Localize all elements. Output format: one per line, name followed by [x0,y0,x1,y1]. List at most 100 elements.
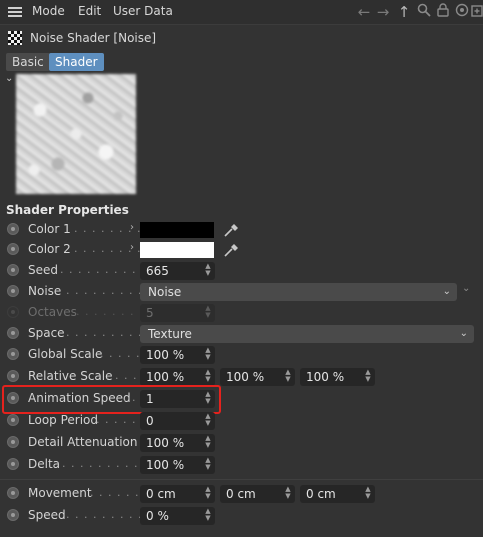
color2-anim-radio[interactable] [7,243,19,255]
menu-user-data[interactable]: User Data [113,4,173,18]
tab-basic[interactable]: Basic [6,53,50,71]
noise-anim-radio[interactable] [7,285,19,297]
movement-anim-radio[interactable] [7,487,19,499]
global-scale-value: 100 % [146,348,185,362]
eyedropper-icon[interactable] [222,222,240,238]
stepper-icon[interactable]: ▲ ▼ [204,413,212,427]
color1-label: Color 1 [28,222,71,236]
loop-period-field[interactable]: 0 ▲ ▼ [140,412,215,430]
back-arrow-icon[interactable]: ← [355,3,373,21]
octaves-anim-radio [7,306,19,318]
seed-value: 665 [146,264,169,278]
leader-dots: . . . . . . [96,413,146,426]
color1-row: Color 1 . . . . . . . . › [0,221,483,239]
divider [0,479,483,480]
stepper-icon[interactable]: ▲ ▼ [284,369,292,383]
space-value: Texture [148,327,192,341]
noise-shader-icon [8,31,22,45]
relative-scale-anim-radio[interactable] [7,370,19,382]
seed-anim-radio[interactable] [7,264,19,276]
eyedropper-icon[interactable] [222,242,240,258]
stepper-icon[interactable]: ▲ ▼ [204,508,212,522]
collapse-chevron-icon[interactable]: ⌄ [5,73,13,84]
hamburger-menu-icon[interactable] [8,7,22,17]
seed-field[interactable]: 665 ▲ ▼ [140,262,215,280]
detail-attenuation-anim-radio[interactable] [7,436,19,448]
color2-row: Color 2 . . . . . . . . › [0,241,483,259]
chevron-down-icon[interactable]: ⌄ [462,283,470,294]
global-scale-label: Global Scale [28,347,103,361]
color1-anim-radio[interactable] [7,223,19,235]
menu-bar: Mode Edit User Data ← → ↑ [0,0,483,25]
space-anim-radio[interactable] [7,327,19,339]
loop-period-anim-radio[interactable] [7,414,19,426]
stepper-icon[interactable]: ▲ ▼ [364,486,372,500]
detail-attenuation-field[interactable]: 100 % ▲ ▼ [140,434,215,452]
movement-x-value: 0 cm [146,487,176,501]
forward-arrow-icon[interactable]: → [374,3,392,21]
space-row: Space . . . . . . . . . . . Texture ⌄ [0,325,483,343]
relative-scale-y-field[interactable]: 100 % ▲ ▼ [220,368,295,386]
tab-shader[interactable]: Shader [49,53,104,71]
stepper-icon[interactable]: ▲ ▼ [204,457,212,471]
stepper-icon[interactable]: ▲ ▼ [204,486,212,500]
search-icon[interactable] [415,3,433,21]
speed-field[interactable]: 0 % ▲ ▼ [140,507,215,525]
global-scale-anim-radio[interactable] [7,348,19,360]
seed-label: Seed [28,263,58,277]
color1-swatch[interactable] [140,222,214,238]
color2-label: Color 2 [28,242,71,256]
speed-label: Speed [28,508,66,522]
delta-field[interactable]: 100 % ▲ ▼ [140,456,215,474]
delta-value: 100 % [146,458,185,472]
menu-mode[interactable]: Mode [32,4,65,18]
noise-type-value: Noise [148,285,182,299]
stepper-icon[interactable]: ▲ ▼ [204,347,212,361]
loop-period-row: Loop Period . . . . . . 0 ▲ ▼ [0,412,483,430]
movement-z-value: 0 cm [306,487,336,501]
relative-scale-x-field[interactable]: 100 % ▲ ▼ [140,368,215,386]
relative-scale-y-value: 100 % [226,370,265,384]
color2-swatch[interactable] [140,242,214,258]
color1-expand-icon[interactable]: › [130,222,134,233]
speed-anim-radio[interactable] [7,509,19,521]
up-arrow-icon[interactable]: ↑ [395,3,413,21]
loop-period-value: 0 [146,414,154,428]
speed-row: Speed . . . . . . . . . . . 0 % ▲ ▼ [0,507,483,525]
stepper-icon: ▲ ▼ [205,304,211,319]
stepper-icon[interactable]: ▲ ▼ [284,486,292,500]
menu-edit[interactable]: Edit [78,4,101,18]
noise-type-dropdown[interactable]: Noise ⌄ [140,283,457,301]
speed-value: 0 % [146,509,169,523]
octaves-label: Octaves [28,305,77,319]
movement-x-field[interactable]: 0 cm ▲ ▼ [140,485,215,503]
new-window-icon[interactable] [468,3,483,21]
chevron-down-icon: ⌄ [459,328,468,339]
leader-dots: . . . . . [100,347,141,360]
detail-attenuation-row: Detail Attenuation 100 % ▲ ▼ [0,434,483,452]
color2-expand-icon[interactable]: › [130,242,134,253]
movement-y-value: 0 cm [226,487,256,501]
global-scale-field[interactable]: 100 % ▲ ▼ [140,346,215,364]
delta-anim-radio[interactable] [7,458,19,470]
relative-scale-x-value: 100 % [146,370,185,384]
chevron-down-icon: ⌄ [442,286,451,297]
movement-y-field[interactable]: 0 cm ▲ ▼ [220,485,295,503]
delta-label: Delta [28,457,61,471]
noise-label: Noise [28,284,62,298]
object-title-bar: Noise Shader [Noise] [0,26,483,50]
stepper-icon[interactable]: ▲ ▼ [204,369,212,383]
octaves-value: 5 [146,306,154,320]
stepper-icon[interactable]: ▲ ▼ [204,435,212,449]
relative-scale-z-field[interactable]: 100 % ▲ ▼ [300,368,375,386]
stepper-icon[interactable]: ▲ ▼ [364,369,372,383]
detail-attenuation-label: Detail Attenuation [28,435,138,449]
movement-row: Movement . . . . . . . 0 cm ▲ ▼ 0 cm ▲ ▼ 0… [0,485,483,503]
relative-scale-z-value: 100 % [306,370,345,384]
space-dropdown[interactable]: Texture ⌄ [140,325,474,343]
movement-z-field[interactable]: 0 cm ▲ ▼ [300,485,375,503]
lock-icon[interactable] [434,3,452,21]
stepper-icon[interactable]: ▲ ▼ [204,263,212,277]
relative-scale-label: Relative Scale [28,369,113,383]
relative-scale-row: Relative Scale . . . . 100 % ▲ ▼ 100 % ▲ ▼… [0,368,483,386]
